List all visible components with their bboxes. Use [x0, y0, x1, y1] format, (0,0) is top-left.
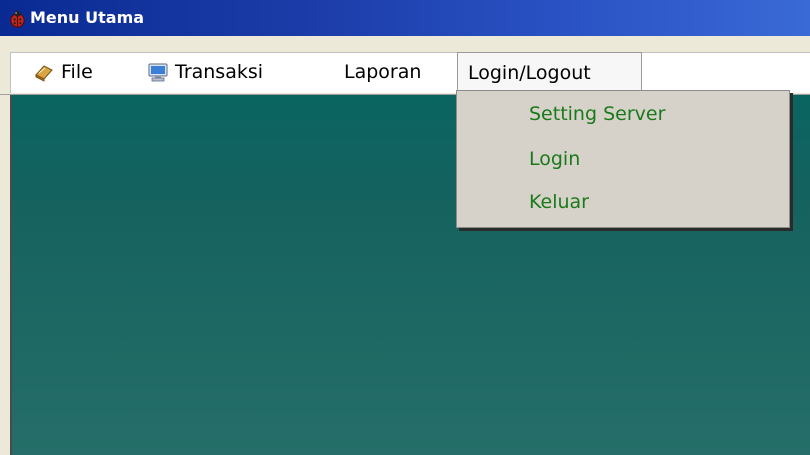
menu-item-login[interactable]: Login [529, 148, 580, 170]
book-icon [35, 65, 53, 82]
window-title: Menu Utama [30, 8, 145, 27]
menu-file[interactable]: File [33, 53, 93, 91]
window-left-frame [0, 36, 10, 455]
menu-laporan-label: Laporan [344, 61, 422, 83]
menu-file-label: File [61, 61, 93, 83]
main-window: Menu Utama File Transaksi Laporan Login/… [0, 0, 810, 455]
menu-item-setting-server[interactable]: Setting Server [529, 103, 665, 125]
menu-laporan[interactable]: Laporan [344, 53, 421, 91]
menu-login-logout-label: Login/Logout [468, 61, 591, 84]
menu-login-logout[interactable]: Login/Logout [457, 52, 642, 92]
computer-icon [148, 63, 168, 82]
menu-transaksi[interactable]: Transaksi [147, 53, 263, 91]
menu-transaksi-label: Transaksi [175, 61, 264, 83]
menu-bar: File Transaksi Laporan Login/Logout [0, 36, 810, 95]
menu-bar-strip: File Transaksi Laporan Login/Logout [10, 52, 810, 93]
title-bar[interactable]: Menu Utama [0, 0, 810, 36]
menu-item-keluar[interactable]: Keluar [529, 191, 589, 213]
login-logout-dropdown: Setting Server Login Keluar [456, 90, 790, 228]
ladybug-icon [10, 10, 25, 28]
